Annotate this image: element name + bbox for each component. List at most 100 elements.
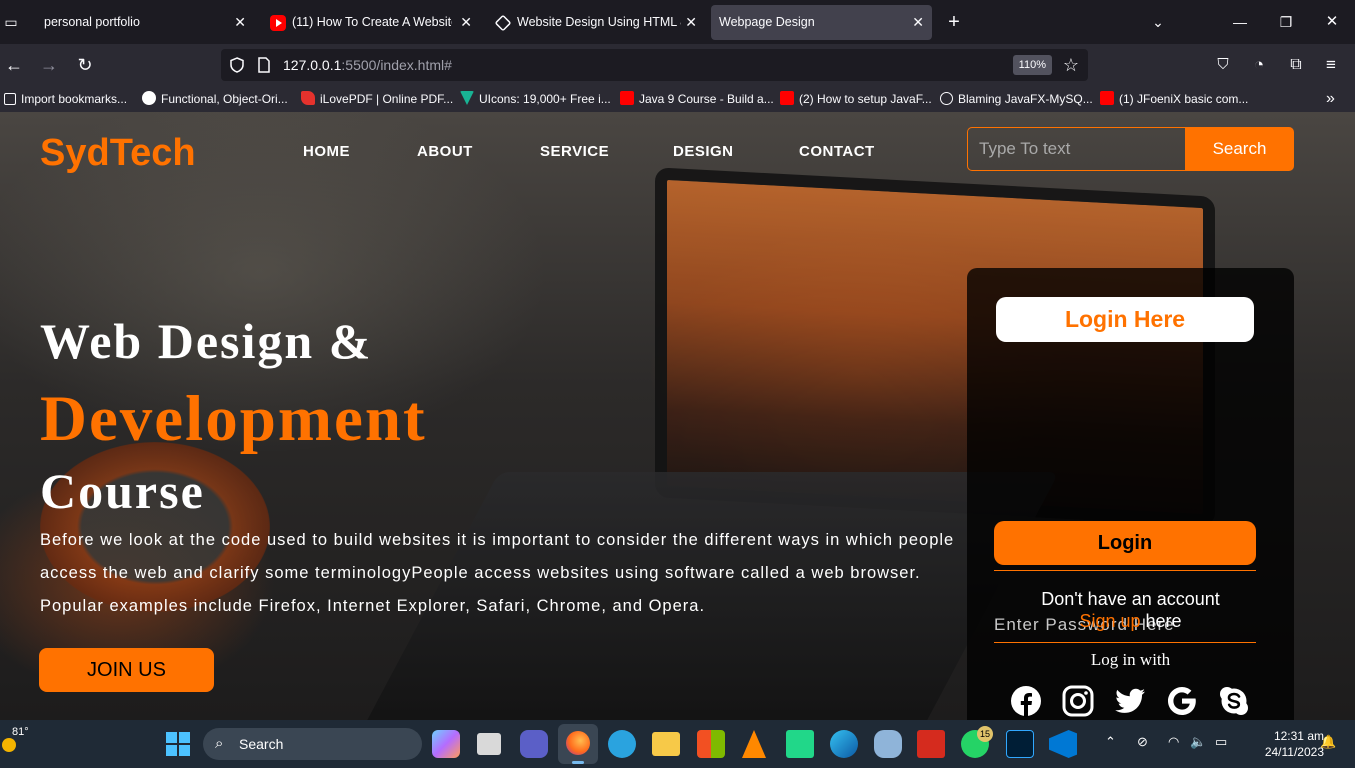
back-icon[interactable]: ← bbox=[2, 53, 26, 77]
notification-badge: 15 bbox=[977, 726, 993, 742]
weather-widget[interactable]: 81° bbox=[2, 726, 29, 752]
bookmark-item[interactable]: Functional, Object-Ori... bbox=[142, 86, 288, 112]
window-close-icon[interactable]: ✕ bbox=[1320, 10, 1344, 34]
game-controller-icon[interactable] bbox=[874, 730, 902, 758]
bookmark-item[interactable]: Import bookmarks... bbox=[4, 86, 127, 112]
youtube-icon bbox=[620, 91, 634, 105]
hero-heading-line1: Web Design & bbox=[40, 313, 373, 369]
bookmark-label: Java 9 Course - Build a... bbox=[639, 92, 774, 106]
site-search-button[interactable]: Search bbox=[1185, 127, 1294, 171]
skype-icon[interactable] bbox=[1217, 684, 1251, 718]
new-tab-icon[interactable]: + bbox=[942, 10, 966, 34]
tab-overview-icon[interactable]: ▭ bbox=[0, 10, 22, 34]
no-account-text: Don't have an account bbox=[1041, 589, 1220, 609]
site-logo[interactable]: SydTech bbox=[40, 132, 196, 175]
vscode-icon[interactable] bbox=[1049, 730, 1077, 758]
signup-suffix: here bbox=[1140, 611, 1182, 631]
more-bookmarks-icon[interactable]: » bbox=[1326, 86, 1335, 112]
close-icon[interactable]: ✕ bbox=[685, 5, 697, 40]
pocket-icon[interactable]: ⛉ bbox=[1211, 53, 1235, 77]
tab-youtube-how-to-create[interactable]: (11) How To Create A Website u ✕ bbox=[262, 5, 480, 40]
bookmark-item[interactable]: Java 9 Course - Build a... bbox=[620, 86, 774, 112]
nav-design[interactable]: DESIGN bbox=[673, 143, 734, 160]
telegram-icon[interactable] bbox=[608, 730, 636, 758]
file-explorer-icon[interactable] bbox=[652, 732, 680, 756]
bookmark-label: Import bookmarks... bbox=[21, 92, 128, 106]
tab-bar: ▭ personal portfolio ✕ (11) How To Creat… bbox=[0, 0, 1355, 44]
tab-title: Webpage Design bbox=[719, 15, 815, 29]
windows-taskbar: 81° ⌕ Search 15 ⌃ ⊘ ◠ 🔈 ▭ 12:31 am 24/11… bbox=[0, 720, 1355, 768]
nav-service[interactable]: SERVICE bbox=[540, 143, 609, 160]
search-icon: ⌕ bbox=[215, 735, 224, 752]
menu-icon[interactable]: ≡ bbox=[1319, 53, 1343, 77]
firefox-taskbar-slot[interactable] bbox=[558, 724, 598, 764]
webpage-viewport: SydTech HOME ABOUT SERVICE DESIGN CONTAC… bbox=[0, 112, 1355, 720]
vlc-icon[interactable] bbox=[742, 730, 766, 758]
bookmark-item[interactable]: iLovePDF | Online PDF... bbox=[301, 86, 453, 112]
tab-website-design[interactable]: Website Design Using HTML & ✕ bbox=[487, 5, 705, 40]
temperature-text: 81° bbox=[12, 726, 29, 738]
chevron-down-icon[interactable]: ⌄ bbox=[1146, 10, 1170, 34]
wps-office-icon[interactable] bbox=[917, 730, 945, 758]
login-button[interactable]: Login bbox=[994, 521, 1256, 565]
bookmark-label: (1) JFoeniX basic com... bbox=[1119, 92, 1249, 106]
page-info-icon[interactable] bbox=[256, 57, 272, 73]
pycharm-icon[interactable] bbox=[786, 730, 814, 758]
task-view-icon[interactable] bbox=[477, 733, 501, 755]
notification-bell-icon[interactable]: 🔔 bbox=[1320, 734, 1336, 750]
bookmark-item[interactable]: (2) How to setup JavaF... bbox=[780, 86, 932, 112]
whatsapp-icon[interactable]: 15 bbox=[961, 726, 993, 758]
import-icon bbox=[4, 93, 16, 105]
edge-icon[interactable] bbox=[830, 730, 858, 758]
volume-icon[interactable]: 🔈 bbox=[1190, 734, 1206, 750]
signup-link[interactable]: Sign up bbox=[1079, 611, 1140, 631]
tab-title: (11) How To Create A Website u bbox=[292, 15, 452, 29]
instagram-icon[interactable] bbox=[1061, 684, 1095, 718]
nav-contact[interactable]: CONTACT bbox=[799, 143, 875, 160]
facebook-icon[interactable] bbox=[1009, 684, 1043, 718]
photoshop-icon[interactable] bbox=[1006, 730, 1034, 758]
shield-icon[interactable] bbox=[229, 57, 245, 73]
bookmark-item[interactable]: (1) JFoeniX basic com... bbox=[1100, 86, 1248, 112]
site-search-input[interactable] bbox=[967, 127, 1185, 171]
hero-paragraph: Before we look at the code used to build… bbox=[40, 531, 955, 615]
uicons-icon bbox=[460, 91, 474, 105]
twitter-icon[interactable] bbox=[1113, 684, 1147, 718]
show-hidden-icons[interactable]: ⌃ bbox=[1105, 734, 1116, 750]
zoom-level-badge[interactable]: 110% bbox=[1012, 55, 1052, 75]
close-icon[interactable]: ✕ bbox=[460, 5, 472, 40]
wifi-icon[interactable]: ◠ bbox=[1168, 734, 1179, 750]
restore-icon[interactable]: ❐ bbox=[1274, 10, 1298, 34]
login-title: Login Here bbox=[996, 297, 1254, 342]
copilot-icon[interactable] bbox=[432, 730, 460, 758]
google-icon[interactable] bbox=[1165, 684, 1199, 718]
battery-icon[interactable]: ▭ bbox=[1215, 734, 1227, 750]
nav-home[interactable]: HOME bbox=[303, 143, 350, 160]
hero-heading-line3: Course bbox=[40, 463, 205, 519]
windows-start-icon[interactable] bbox=[166, 732, 190, 756]
system-clock[interactable]: 12:31 am 24/11/2023 bbox=[1252, 728, 1324, 760]
account-icon[interactable]: ◔ bbox=[1247, 53, 1271, 77]
address-bar[interactable]: 127.0.0.1:5500/index.html# 110% ☆ bbox=[221, 49, 1088, 81]
bookmark-item[interactable]: UIcons: 19,000+ Free i... bbox=[460, 86, 611, 112]
extensions-icon[interactable]: ⧉ bbox=[1284, 53, 1308, 77]
join-us-button[interactable]: JOIN US bbox=[39, 648, 214, 692]
taskbar-search[interactable]: ⌕ Search bbox=[203, 728, 422, 760]
tab-personal-portfolio[interactable]: personal portfolio ✕ bbox=[36, 5, 254, 40]
nav-about[interactable]: ABOUT bbox=[417, 143, 473, 160]
teams-icon[interactable] bbox=[520, 730, 548, 758]
minimize-icon[interactable]: — bbox=[1228, 10, 1252, 34]
reload-icon[interactable]: ↻ bbox=[73, 53, 97, 77]
close-icon[interactable]: ✕ bbox=[234, 5, 246, 40]
firefox-icon bbox=[566, 731, 590, 755]
bookmark-item[interactable]: Blaming JavaFX-MySQ... bbox=[940, 86, 1093, 112]
tab-webpage-design[interactable]: Webpage Design ✕ bbox=[711, 5, 932, 40]
forward-icon[interactable]: → bbox=[37, 53, 61, 77]
network-off-icon[interactable]: ⊘ bbox=[1137, 734, 1148, 750]
close-icon[interactable]: ✕ bbox=[912, 5, 924, 40]
youtube-icon bbox=[780, 91, 794, 105]
microsoft-store-icon[interactable] bbox=[697, 730, 725, 758]
login-form: Login Here Login Don't have an account S… bbox=[967, 268, 1294, 720]
bookmark-star-icon[interactable]: ☆ bbox=[1060, 53, 1082, 77]
bookmark-label: (2) How to setup JavaF... bbox=[799, 92, 932, 106]
